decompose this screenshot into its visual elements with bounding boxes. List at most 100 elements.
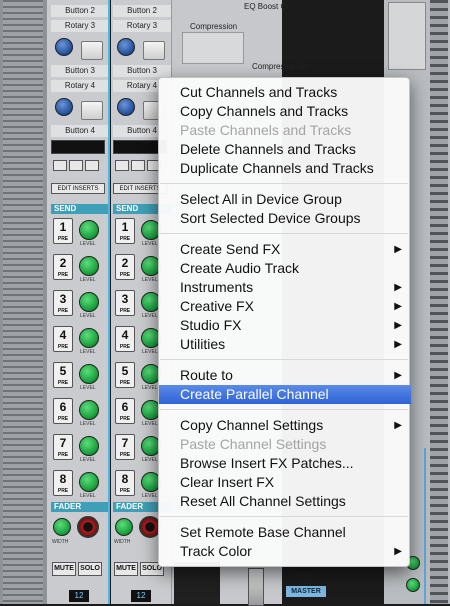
send-number: 1 [59, 220, 67, 234]
submenu-arrow-icon: ▶ [394, 420, 402, 431]
level-label: LEVEL [142, 421, 158, 427]
send-pre-button[interactable]: 3 PRE [53, 290, 73, 316]
level-label: LEVEL [142, 313, 158, 319]
level-label: LEVEL [80, 421, 96, 427]
width-label: WIDTH [52, 539, 69, 545]
level-label: LEVEL [142, 493, 158, 499]
button-label: Button 4 [51, 125, 109, 137]
width-knob[interactable] [53, 518, 71, 536]
menu-item-cut[interactable]: Cut Channels and Tracks [159, 83, 411, 102]
pre-label: PRE [57, 452, 69, 458]
pre-label: PRE [119, 452, 131, 458]
send-level-knob[interactable] [79, 472, 99, 492]
push-button[interactable] [81, 41, 103, 60]
send-level-knob[interactable] [79, 256, 99, 276]
menu-item-set-remote-base[interactable]: Set Remote Base Channel [159, 523, 411, 542]
send-level-knob[interactable] [79, 328, 99, 348]
send-level-knob[interactable] [79, 292, 99, 312]
mute-button[interactable]: MUTE [114, 562, 138, 576]
menu-item-paste-channel-settings[interactable]: Paste Channel Settings [159, 435, 411, 454]
left-rack-rail [0, 0, 47, 604]
send-header: SEND [51, 204, 109, 214]
send-pre-button[interactable]: 6 PRE [115, 398, 135, 424]
menu-item-delete[interactable]: Delete Channels and Tracks [159, 140, 411, 159]
menu-item-select-all[interactable]: Select All in Device Group [159, 190, 411, 209]
send-number: 6 [59, 400, 67, 414]
send-pre-button[interactable]: 5 PRE [115, 362, 135, 388]
insert-display [51, 140, 105, 154]
level-label: LEVEL [142, 277, 158, 283]
send-pre-button[interactable]: 7 PRE [115, 434, 135, 460]
send-level-knob[interactable] [79, 364, 99, 384]
send-pre-button[interactable]: 6 PRE [53, 398, 73, 424]
push-button[interactable] [143, 41, 165, 60]
send-pre-button[interactable]: 1 PRE [53, 218, 73, 244]
edit-inserts-button[interactable]: EDIT INSERTS [51, 183, 105, 194]
rotary-knob[interactable] [55, 98, 73, 116]
push-button[interactable] [81, 101, 103, 120]
menu-item-utilities[interactable]: Utilities ▶ [159, 335, 411, 354]
send-level-knob[interactable] [79, 436, 99, 456]
menu-item-creative-fx[interactable]: Creative FX ▶ [159, 297, 411, 316]
rotary-knob[interactable] [55, 38, 73, 56]
insert-tool-button[interactable] [131, 160, 145, 171]
pre-label: PRE [57, 416, 69, 422]
menu-item-reset-settings[interactable]: Reset All Channel Settings [159, 492, 411, 511]
send-level-knob[interactable] [79, 220, 99, 240]
menu-item-studio-fx[interactable]: Studio FX ▶ [159, 316, 411, 335]
submenu-arrow-icon: ▶ [394, 320, 402, 331]
send-pre-button[interactable]: 8 PRE [53, 470, 73, 496]
menu-item-paste[interactable]: Paste Channels and Tracks [159, 121, 411, 140]
menu-item-duplicate[interactable]: Duplicate Channels and Tracks [159, 159, 411, 178]
menu-item-create-parallel-channel[interactable]: Create Parallel Channel [159, 385, 411, 404]
width-knob[interactable] [115, 518, 133, 536]
menu-item-create-audio-track[interactable]: Create Audio Track [159, 259, 411, 278]
pan-knob[interactable] [77, 516, 99, 538]
menu-item-create-send-fx[interactable]: Create Send FX ▶ [159, 240, 411, 259]
insert-tool-button[interactable] [53, 160, 67, 171]
pre-label: PRE [119, 308, 131, 314]
send-pre-button[interactable]: 3 PRE [115, 290, 135, 316]
send-number: 2 [59, 256, 67, 270]
rotary-knob[interactable] [117, 98, 135, 116]
level-label: LEVEL [80, 349, 96, 355]
compressor-on-label: Compressor On [252, 62, 309, 71]
send-pre-button[interactable]: 2 PRE [115, 254, 135, 280]
pre-label: PRE [57, 380, 69, 386]
menu-separator [160, 183, 408, 184]
send-pre-button[interactable]: 4 PRE [115, 326, 135, 352]
menu-item-copy-channel-settings[interactable]: Copy Channel Settings ▶ [159, 416, 411, 435]
menu-item-route-to[interactable]: Route to ▶ [159, 366, 411, 385]
button-label: Button 3 [113, 65, 171, 77]
menu-item-browse-insert-fx[interactable]: Browse Insert FX Patches... [159, 454, 411, 473]
menu-item-sort-groups[interactable]: Sort Selected Device Groups [159, 209, 411, 228]
send-number: 3 [59, 292, 67, 306]
insert-save-button[interactable] [85, 160, 99, 171]
menu-item-copy[interactable]: Copy Channels and Tracks [159, 102, 411, 121]
send-pre-button[interactable]: 1 PRE [115, 218, 135, 244]
insert-tool-button[interactable] [69, 160, 83, 171]
pre-label: PRE [57, 488, 69, 494]
level-label: LEVEL [142, 385, 158, 391]
send-pre-button[interactable]: 7 PRE [53, 434, 73, 460]
send-number: 1 [121, 220, 129, 234]
send-level-knob[interactable] [79, 400, 99, 420]
send-pre-button[interactable]: 8 PRE [115, 470, 135, 496]
menu-item-instruments[interactable]: Instruments ▶ [159, 278, 411, 297]
menu-item-track-color[interactable]: Track Color ▶ [159, 542, 411, 561]
master-fader[interactable] [248, 568, 264, 606]
rotary-knob[interactable] [117, 38, 135, 56]
send-number: 5 [121, 364, 129, 378]
button-label: Button 2 [51, 5, 109, 17]
send-pre-button[interactable]: 4 PRE [53, 326, 73, 352]
mute-button[interactable]: MUTE [52, 562, 76, 576]
insert-tool-button[interactable] [115, 160, 129, 171]
send-pre-button[interactable]: 2 PRE [53, 254, 73, 280]
menu-item-clear-insert-fx[interactable]: Clear Insert FX [159, 473, 411, 492]
right-knob[interactable] [406, 578, 420, 592]
pre-label: PRE [57, 344, 69, 350]
send-pre-button[interactable]: 5 PRE [53, 362, 73, 388]
solo-button[interactable]: SOLO [78, 562, 102, 576]
pre-label: PRE [119, 272, 131, 278]
selection-edge [108, 0, 110, 604]
